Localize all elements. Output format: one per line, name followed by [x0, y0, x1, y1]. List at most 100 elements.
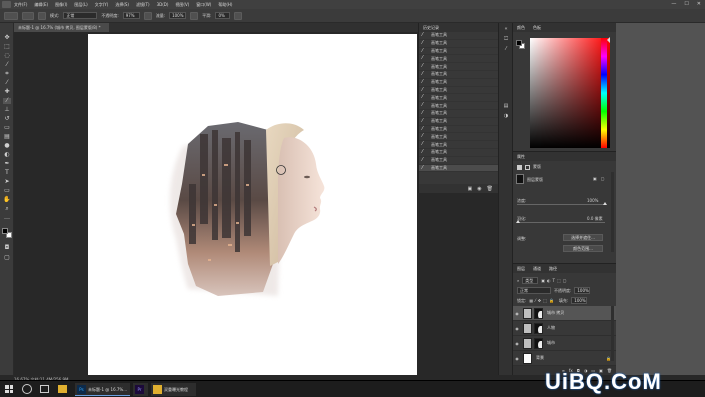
layer-thumbnail[interactable] — [523, 352, 532, 364]
opacity-field[interactable]: 97% — [122, 12, 140, 19]
visibility-eye-icon[interactable]: ◉ — [513, 356, 521, 361]
new-document-from-state-icon[interactable]: ▣ — [468, 186, 473, 192]
properties-tab[interactable]: 属性 — [513, 152, 616, 161]
hand-tool-icon[interactable]: ✋ — [3, 197, 11, 203]
path-selection-tool-icon[interactable]: ➤ — [3, 179, 11, 185]
menu-3d[interactable]: 3D(D) — [157, 2, 169, 7]
zoom-tool-icon[interactable]: ⌕ — [3, 206, 11, 212]
taskbar-app-premiere[interactable]: Pr — [133, 383, 148, 396]
layer-row[interactable]: ◉ 人物 — [513, 321, 617, 336]
lock-icons[interactable]: ▦⁄✥⬚🔒 — [529, 298, 556, 303]
swatches-tab[interactable]: 色板 — [533, 23, 541, 32]
brush-size-button[interactable] — [22, 11, 34, 20]
channels-tab[interactable]: 通道 — [533, 264, 541, 273]
add-vector-mask-icon[interactable]: ▢ — [601, 176, 605, 181]
history-item[interactable]: ⁄ 画笔工具 — [419, 71, 498, 79]
type-tool-icon[interactable]: T — [3, 170, 11, 176]
search-icon[interactable] — [22, 384, 32, 394]
layer-mask-thumbnail[interactable] — [534, 322, 543, 334]
history-item[interactable]: ⁄ 画笔工具 — [419, 87, 498, 95]
menu-file[interactable]: 文件(F) — [14, 2, 27, 8]
taskbar-app-photoshop[interactable]: Ps 未标题-1 @ 16.7%... — [75, 383, 130, 396]
quick-mask-icon[interactable]: ◘ — [3, 245, 11, 251]
layer-mask-thumbnail[interactable] — [534, 307, 543, 319]
pixel-mask-icon[interactable] — [517, 164, 522, 170]
layer-thumbnail[interactable] — [523, 307, 532, 319]
layer-opacity-field[interactable]: 100% — [574, 287, 591, 294]
feather-slider-handle[interactable] — [516, 220, 520, 223]
foreground-background-color-icon[interactable] — [2, 228, 12, 238]
layer-row[interactable]: ◉ 背景 🔒 — [513, 351, 617, 366]
select-and-mask-button[interactable]: 选择并遮住... — [563, 234, 603, 241]
history-panel-icon[interactable]: ⏍ — [502, 36, 510, 42]
visibility-eye-icon[interactable]: ◉ — [513, 326, 521, 331]
maximize-button[interactable]: ☐ — [684, 1, 688, 7]
feather-slider[interactable] — [517, 222, 605, 223]
history-brush-tool-icon[interactable]: ↺ — [3, 116, 11, 122]
properties-scrollbar[interactable] — [611, 172, 614, 252]
history-item[interactable]: ⁄ 画笔工具 — [419, 79, 498, 87]
history-item[interactable]: ⁄ 画笔工具 — [419, 110, 498, 118]
snapshot-icon[interactable]: ◉ — [477, 186, 481, 192]
history-item[interactable]: ⁄ 画笔工具 — [419, 32, 498, 40]
history-item[interactable]: ⁄ 画笔工具 — [419, 141, 498, 149]
hue-slider-handle[interactable] — [607, 37, 610, 43]
more-tools-icon[interactable]: … — [3, 215, 11, 221]
airbrush-button[interactable] — [190, 11, 199, 20]
gradient-tool-icon[interactable]: ▤ — [3, 134, 11, 140]
brush-panel-icon[interactable]: ⁄ — [502, 46, 510, 52]
rectangle-tool-icon[interactable]: ▭ — [3, 188, 11, 194]
menu-image[interactable]: 图像(I) — [55, 2, 67, 8]
minimize-button[interactable]: — — [671, 1, 676, 7]
paths-tab[interactable]: 路径 — [549, 264, 557, 273]
menu-layer[interactable]: 图层(L) — [74, 2, 87, 8]
blur-tool-icon[interactable]: ● — [3, 143, 11, 149]
pen-tool-icon[interactable]: ✒ — [3, 161, 11, 167]
layers-tab[interactable]: 图层 — [517, 264, 525, 273]
magic-wand-tool-icon[interactable]: ⁄ — [3, 62, 11, 68]
screen-mode-icon[interactable]: ▢ — [3, 255, 11, 261]
document-canvas[interactable] — [88, 34, 417, 375]
history-item[interactable]: ⁄ 画笔工具 — [419, 133, 498, 142]
history-item[interactable]: ⁄ 画笔工具 — [419, 164, 498, 173]
menu-type[interactable]: 文字(Y) — [95, 2, 109, 8]
history-item[interactable]: ⁄ 画笔工具 — [419, 63, 498, 71]
menu-edit[interactable]: 编辑(E) — [34, 2, 48, 8]
smoothing-field[interactable]: 0% — [215, 12, 231, 19]
layer-mask-thumbnail[interactable] — [534, 337, 543, 349]
history-item[interactable]: ⁄ 画笔工具 — [419, 102, 498, 110]
collapse-panels-icon[interactable]: « — [502, 26, 510, 32]
brush-settings-button[interactable] — [38, 11, 46, 20]
history-item[interactable]: ⁄ 画笔工具 — [419, 157, 498, 165]
menu-select[interactable]: 选择(S) — [115, 2, 129, 8]
visibility-eye-icon[interactable]: ◉ — [513, 311, 521, 316]
history-tab[interactable]: 历史记录 — [419, 23, 498, 32]
history-item[interactable]: ⁄ 画笔工具 — [419, 118, 498, 126]
history-item[interactable]: ⁄ 画笔工具 — [419, 149, 498, 157]
color-field[interactable] — [530, 38, 610, 148]
select-pixel-mask-icon[interactable]: ▣ — [593, 176, 597, 181]
brush-tool-icon[interactable]: ⁄ — [3, 98, 11, 104]
visibility-eye-icon[interactable]: ◉ — [513, 341, 521, 346]
libraries-panel-icon[interactable]: ▤ — [502, 103, 510, 109]
windows-start-icon[interactable] — [5, 385, 13, 393]
tool-preset-button[interactable] — [4, 11, 18, 20]
delete-state-icon[interactable]: 🗑 — [487, 186, 493, 192]
menu-help[interactable]: 帮助(H) — [218, 2, 232, 8]
blend-mode-select[interactable]: 正常 — [517, 287, 551, 294]
layer-row[interactable]: ◉ 城市 — [513, 336, 617, 351]
file-explorer-icon[interactable] — [58, 385, 67, 393]
taskbar-app-folder[interactable]: 双重曝光教程 — [151, 383, 196, 396]
history-item[interactable]: ⁄ 画笔工具 — [419, 94, 498, 103]
history-item[interactable]: ⁄ 画笔工具 — [419, 55, 498, 64]
history-item[interactable]: ⁄ 画笔工具 — [419, 48, 498, 56]
lasso-tool-icon[interactable]: ◌ — [3, 53, 11, 59]
move-tool-icon[interactable]: ✥ — [3, 35, 11, 41]
fill-field[interactable]: 100% — [571, 297, 588, 304]
foreground-background-swatch[interactable] — [516, 40, 526, 50]
healing-brush-tool-icon[interactable]: ✚ — [3, 89, 11, 95]
density-slider[interactable] — [517, 204, 605, 205]
eyedropper-tool-icon[interactable]: ⁄ — [3, 80, 11, 86]
eraser-tool-icon[interactable]: ▭ — [3, 125, 11, 131]
adjustments-panel-icon[interactable]: ◑ — [502, 113, 510, 119]
